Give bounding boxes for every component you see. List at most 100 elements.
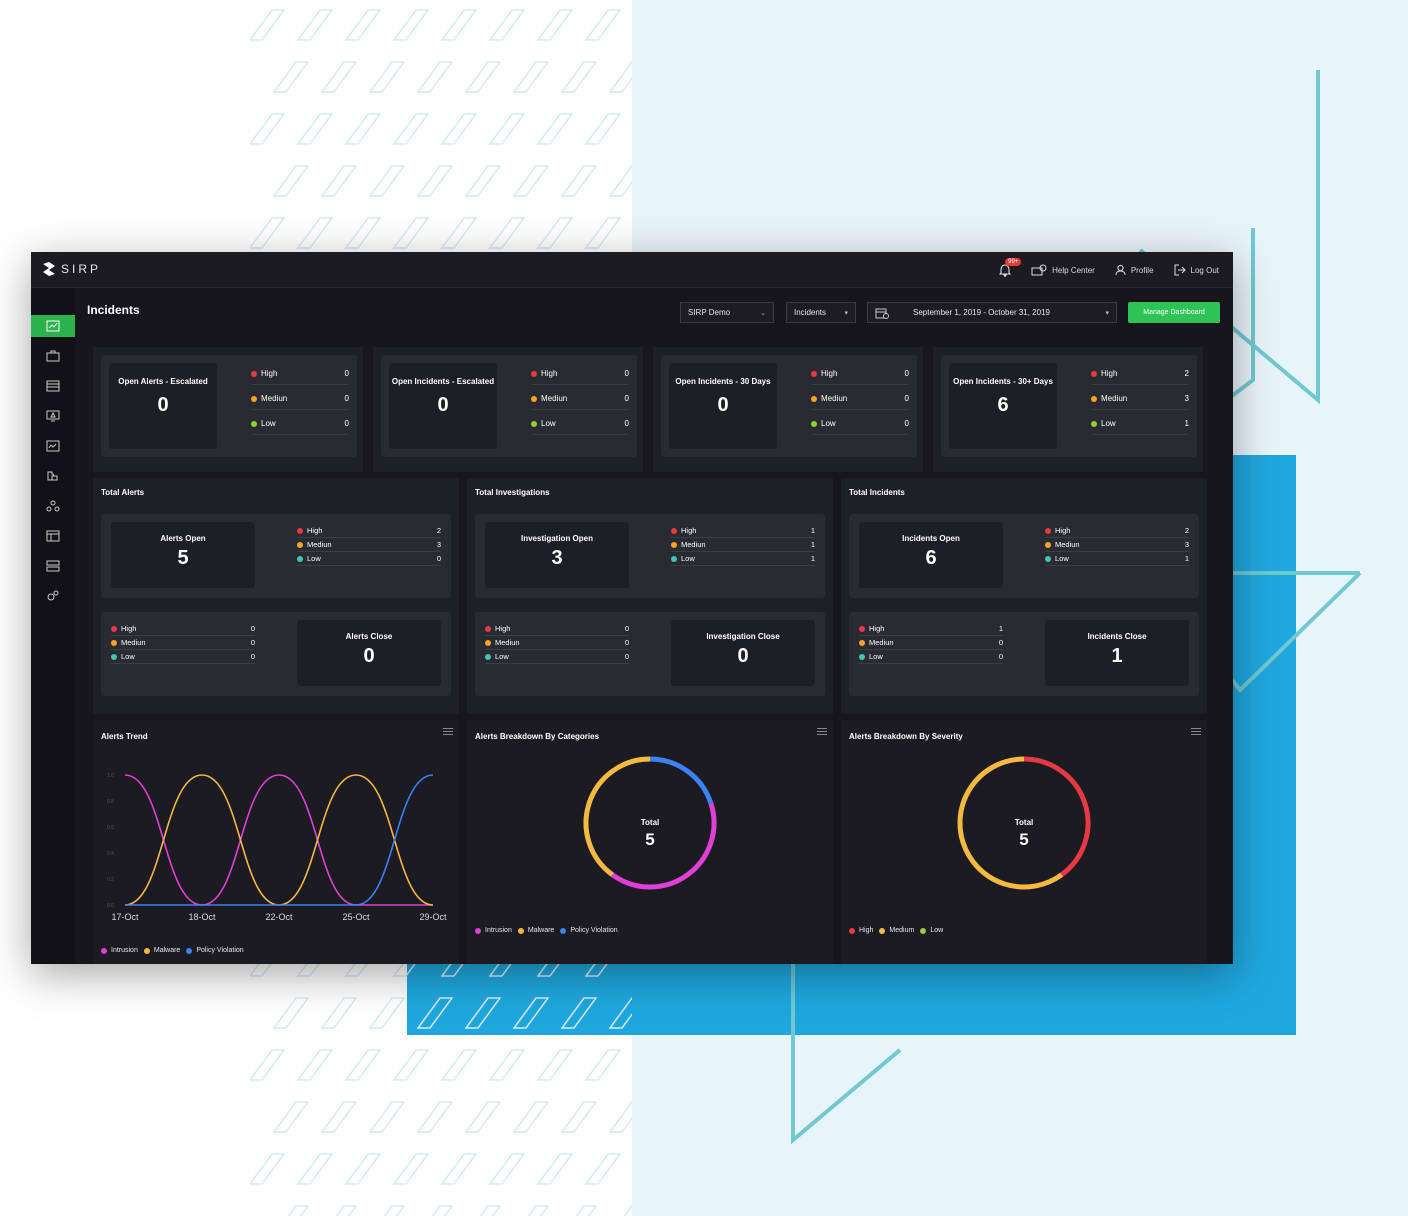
sidebar-item-settings[interactable] [31, 585, 75, 607]
sidebar-item-workspace[interactable] [31, 525, 75, 547]
help-center-link[interactable]: Help Center [1031, 264, 1095, 277]
x-tick-label: 22-Oct [265, 912, 293, 922]
legend-item-high: High [849, 927, 873, 934]
severity-label: High [261, 369, 278, 378]
kpi-title: Open Incidents - 30+ Days [953, 377, 1053, 386]
workspace-select[interactable]: SIRP Demo ⌄ [680, 302, 774, 323]
severity-count: 2 [1184, 369, 1189, 378]
severity-label: Mediun [681, 540, 706, 549]
categories-title: Alerts Breakdown By Categories [475, 732, 600, 741]
open-summary[interactable]: Alerts Open 5 [111, 522, 255, 588]
sidebar-item-integrations[interactable] [31, 465, 75, 487]
sidebar-item-reports[interactable] [31, 375, 75, 397]
menu-icon[interactable] [443, 726, 453, 737]
legend-item-intrusion: Intrusion [101, 947, 138, 954]
severity-label: High [821, 369, 838, 378]
close-value: 0 [363, 645, 375, 667]
brand-logo[interactable]: SIRP [41, 261, 101, 277]
severity-count: 1 [1184, 419, 1189, 428]
severity-count: 0 [904, 369, 909, 378]
logout-link[interactable]: Log Out [1174, 264, 1219, 276]
severity-count: 1 [998, 624, 1003, 633]
severity-count: 0 [624, 369, 629, 378]
severity-label: Low [307, 554, 321, 563]
menu-icon[interactable] [1191, 726, 1201, 737]
kpi-card[interactable]: Open Incidents - Escalated 0 High 0 Medi… [373, 347, 643, 472]
sidebar-item-cases[interactable] [31, 345, 75, 367]
close-value: 0 [737, 645, 749, 667]
severity-label: Low [261, 419, 276, 428]
donut-slice [583, 756, 651, 877]
open-summary[interactable]: Incidents Open 6 [859, 522, 1003, 588]
severity-row-low: Low 0 [531, 413, 629, 435]
kpi-summary: Open Incidents - Escalated 0 [389, 363, 497, 449]
dashboard-window: SIRP 99+ Help Center Profile Log Out Inc… [31, 252, 1233, 964]
legend-item-policy-violation: Policy Violation [186, 947, 244, 954]
open-severity-medium: Mediun 3 [297, 538, 441, 552]
x-tick-label: 18-Oct [188, 912, 216, 922]
sidebar-item-assets[interactable] [31, 555, 75, 577]
close-section: High 0 Mediun 0 Low 0 Alerts Close 0 [101, 612, 451, 696]
puzzle-icon [47, 471, 58, 481]
open-severity-medium: Mediun 1 [671, 538, 815, 552]
kpi-card[interactable]: Open Incidents - 30+ Days 6 High 2 Mediu… [933, 347, 1203, 472]
x-tick-label: 29-Oct [419, 912, 447, 922]
notifications-button[interactable]: 99+ [999, 257, 1022, 277]
profile-link[interactable]: Profile [1115, 264, 1154, 276]
kpi-card[interactable]: Open Incidents - 30 Days 0 High 0 Mediun… [653, 347, 923, 472]
severity-title: Alerts Breakdown By Severity [849, 732, 963, 741]
severity-count: 0 [436, 554, 441, 563]
open-severity-low: Low 1 [1045, 552, 1189, 566]
briefcase-icon [46, 350, 60, 362]
severity-label: Mediun [869, 638, 894, 647]
profile-label: Profile [1130, 265, 1154, 275]
help-center-label: Help Center [1052, 265, 1095, 275]
severity-count: 0 [250, 638, 255, 647]
severity-count: 0 [344, 394, 349, 403]
y-tick-label: 0.6 [107, 825, 114, 831]
close-summary[interactable]: Alerts Close 0 [297, 620, 441, 686]
type-select[interactable]: Incidents ▾ [786, 302, 856, 323]
severity-count: 0 [250, 624, 255, 633]
calendar-icon [875, 308, 889, 319]
close-summary[interactable]: Investigation Close 0 [671, 620, 815, 686]
close-severity-high: High 1 [859, 622, 1003, 636]
severity-label: Low [1055, 554, 1069, 563]
severity-count: 2 [1184, 526, 1189, 535]
kpi-card[interactable]: Open Alerts - Escalated 0 High 0 Mediun … [93, 347, 363, 472]
server-icon [46, 560, 60, 572]
close-severity-medium: Mediun 0 [111, 636, 255, 650]
sidebar-item-playbooks[interactable] [31, 495, 75, 517]
severity-count: 0 [624, 394, 629, 403]
severity-label: Mediun [261, 394, 288, 403]
logout-label: Log Out [1190, 265, 1219, 275]
date-range-picker[interactable]: September 1, 2019 - October 31, 2019 ▾ [867, 302, 1117, 323]
severity-panel: Alerts Breakdown By Severity Total 5 Hig… [841, 720, 1207, 964]
open-section: Incidents Open 6 High 2 Mediun 3 Low 1 [849, 514, 1199, 598]
sidebar-item-alerts[interactable] [31, 405, 75, 427]
categories-total-label: Total [640, 818, 660, 827]
kpi-value: 0 [157, 394, 169, 416]
kpi-value: 0 [437, 394, 449, 416]
severity-label: High [869, 624, 885, 633]
sidebar-item-dashboard[interactable] [31, 315, 75, 337]
severity-legend: High Medium Low [849, 927, 943, 934]
open-summary[interactable]: Investigation Open 3 [485, 522, 629, 588]
manage-dashboard-button[interactable]: Manage Dashboard [1128, 302, 1220, 323]
severity-count: 0 [624, 652, 629, 661]
close-summary[interactable]: Incidents Close 1 [1045, 620, 1189, 686]
help-center-icon [1031, 264, 1047, 275]
menu-icon[interactable] [817, 726, 827, 737]
severity-row-high: High 0 [251, 363, 349, 385]
totals-title: Total Investigations [475, 488, 550, 497]
x-tick-label: 17-Oct [111, 912, 139, 922]
sidebar-item-analytics[interactable] [31, 435, 75, 457]
totals-title: Total Incidents [849, 488, 905, 497]
close-section: High 1 Mediun 0 Low 0 Incidents Close 1 [849, 612, 1199, 696]
dashboard-icon [46, 320, 60, 332]
severity-label: High [681, 526, 697, 535]
close-label: Investigation Close [706, 632, 780, 641]
donut-slice [1023, 756, 1091, 877]
table-icon [46, 380, 60, 392]
open-severity-high: High 2 [297, 524, 441, 538]
